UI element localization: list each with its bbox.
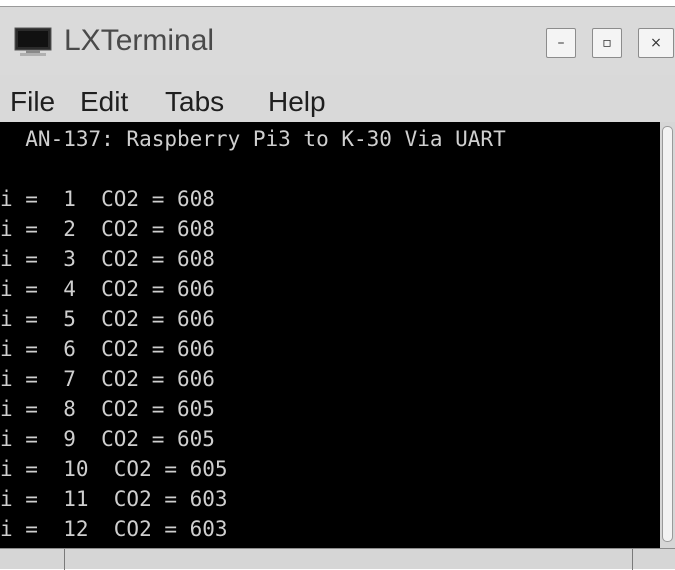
terminal-line: i = 1 CO2 = 608	[0, 187, 215, 211]
minimize-icon: –	[557, 35, 565, 51]
terminal-line: i = 11 CO2 = 603	[0, 487, 228, 511]
tab-divider	[632, 549, 633, 570]
tab-divider	[64, 549, 65, 570]
terminal-line: i = 8 CO2 = 605	[0, 397, 215, 421]
terminal-line: AN-137: Raspberry Pi3 to K-30 Via UART	[0, 127, 506, 151]
terminal-line: i = 9 CO2 = 605	[0, 427, 215, 451]
title-bar[interactable]: LXTerminal – ▫ ×	[0, 7, 675, 75]
terminal-line: i = 3 CO2 = 608	[0, 247, 215, 271]
menu-edit[interactable]: Edit	[80, 83, 128, 121]
close-icon: ×	[650, 35, 662, 51]
menu-bar: File Edit Tabs Help	[0, 75, 675, 129]
terminal-line: i = 4 CO2 = 606	[0, 277, 215, 301]
terminal-line: i = 7 CO2 = 606	[0, 367, 215, 391]
menu-tabs[interactable]: Tabs	[165, 83, 224, 121]
maximize-button[interactable]: ▫	[592, 28, 622, 58]
menu-help[interactable]: Help	[268, 83, 326, 121]
window-title: LXTerminal	[64, 24, 215, 57]
close-button[interactable]: ×	[638, 28, 674, 58]
terminal-line: i = 6 CO2 = 606	[0, 337, 215, 361]
terminal-monitor-icon	[14, 27, 52, 56]
terminal-line: i = 12 CO2 = 603	[0, 517, 228, 541]
maximize-icon: ▫	[602, 35, 612, 51]
scrollbar-thumb[interactable]	[662, 126, 673, 542]
vertical-scrollbar[interactable]	[660, 122, 675, 548]
terminal-line: i = 5 CO2 = 606	[0, 307, 215, 331]
terminal-line: i = 10 CO2 = 605	[0, 457, 228, 481]
menu-file[interactable]: File	[10, 83, 55, 121]
terminal-line: i = 2 CO2 = 608	[0, 217, 215, 241]
bottom-tab-strip	[0, 548, 675, 570]
minimize-button[interactable]: –	[546, 28, 576, 58]
terminal-output[interactable]: AN-137: Raspberry Pi3 to K-30 Via UART i…	[0, 122, 660, 548]
